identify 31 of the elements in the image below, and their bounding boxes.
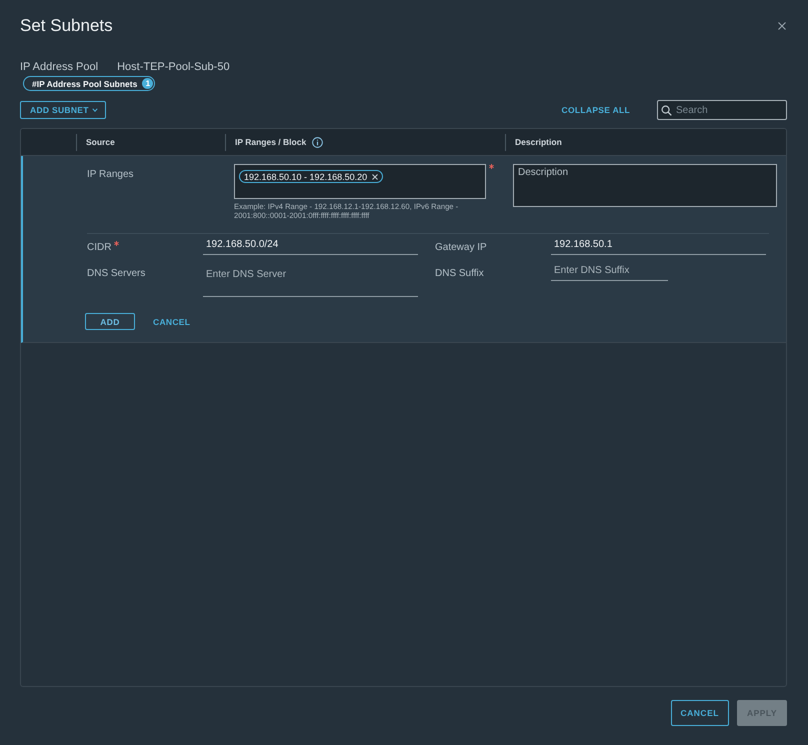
text-field[interactable]: 192.168.50.1 — [551, 237, 766, 255]
pool-name: Host-TEP-Pool-Sub-50 — [117, 60, 230, 74]
add-button[interactable]: ADD — [85, 313, 135, 330]
tag-label: #IP Address Pool Subnets — [32, 78, 138, 88]
remove-icon[interactable] — [372, 174, 378, 180]
description-field[interactable]: Description — [513, 164, 777, 207]
search-field[interactable]: Search — [657, 100, 787, 120]
source-label: IP Ranges — [87, 168, 134, 182]
close-button[interactable] — [778, 22, 786, 30]
text-area-field[interactable]: Enter DNS Server — [203, 263, 418, 297]
pool-label: IP Address Pool — [20, 60, 98, 74]
text-field[interactable]: 192.168.50.0/24 — [203, 237, 418, 255]
cancel-link[interactable]: CANCEL — [153, 316, 190, 326]
text-field[interactable]: Enter DNS Suffix — [551, 263, 668, 281]
search-icon — [661, 105, 672, 116]
chip-text: 192.168.50.10 - 192.168.50.20 — [244, 172, 368, 182]
dialog-title: Set Subnets — [20, 16, 113, 36]
column-header: Description — [515, 137, 562, 147]
count-badge: 1 — [142, 78, 154, 89]
cancel-button[interactable]: CANCEL — [670, 700, 729, 726]
field-label: DNS Suffix — [435, 267, 484, 281]
field-label: CIDR — [87, 241, 112, 255]
field-label: Gateway IP — [435, 241, 487, 255]
collapse-all-link[interactable]: COLLAPSE ALL — [562, 105, 630, 115]
info-icon[interactable] — [312, 136, 324, 148]
add-subnet-button[interactable]: ADD SUBNET — [20, 101, 106, 119]
column-header: Source — [86, 137, 115, 147]
ip-ranges-field[interactable]: 192.168.50.10 - 192.168.50.20 — [234, 164, 486, 199]
caret-icon — [92, 107, 98, 113]
column-header: IP Ranges / Block — [235, 137, 306, 147]
field-label: DNS Servers — [87, 267, 146, 281]
